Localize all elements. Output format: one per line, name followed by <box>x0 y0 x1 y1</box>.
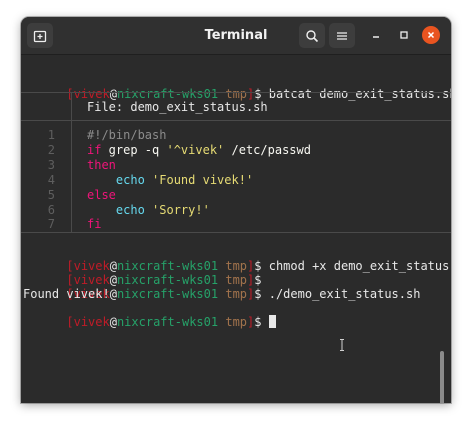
code-line: #!/bin/bash <box>87 128 167 142</box>
bat-top-rule <box>21 92 451 93</box>
prompt-line: [vivek@nixcraft-wks01 tmp]$ <box>23 259 261 287</box>
prompt-host: nixcraft-wks01 <box>116 315 219 329</box>
minimize-icon <box>373 36 379 38</box>
code-line: if grep -q '^vivek' /etc/passwd <box>87 143 311 157</box>
command-text <box>262 315 269 329</box>
line-number: 6 <box>47 203 55 217</box>
code-line: else <box>87 188 116 202</box>
prompt-at: @ <box>109 87 117 101</box>
search-icon <box>306 29 319 42</box>
close-button[interactable] <box>422 26 440 44</box>
text-cursor <box>268 315 276 328</box>
mouse-ibeam-icon <box>340 339 344 351</box>
prompt-dir: tmp <box>225 315 248 329</box>
code-builtin: echo <box>87 173 153 187</box>
code-argument: /etc/passwd <box>224 143 311 157</box>
code-keyword: if <box>87 143 102 157</box>
terminal-output[interactable]: [vivek@nixcraft-wks01 tmp]$ batcat demo_… <box>21 55 451 403</box>
bat-file-header: File: demo_exit_status.sh <box>87 100 268 114</box>
line-number: 3 <box>47 158 55 172</box>
new-tab-icon <box>33 30 47 42</box>
code-builtin: echo <box>87 203 153 217</box>
prompt-dir: tmp <box>225 87 248 101</box>
code-line: echo 'Sorry!' <box>87 203 210 217</box>
code-line: echo 'Found vivek!' <box>87 173 253 187</box>
code-line: fi <box>87 217 102 231</box>
prompt-line: [vivek@nixcraft-wks01 tmp]$ chmod +x dem… <box>23 245 451 273</box>
prompt-at: @ <box>109 315 117 329</box>
search-button[interactable] <box>299 23 325 48</box>
command-text: chmod +x demo_exit_status.sh <box>261 259 451 273</box>
code-string: 'Sorry!' <box>152 203 210 217</box>
minimize-button[interactable] <box>367 26 385 44</box>
prompt-user: vivek <box>73 87 110 101</box>
bat-header-divider <box>71 92 72 120</box>
prompt-at: @ <box>109 287 117 301</box>
scrollbar-thumb[interactable] <box>440 351 444 403</box>
prompt-user: vivek <box>73 315 110 329</box>
prompt-dir: tmp <box>225 287 248 301</box>
prompt-bracket: [ <box>66 315 74 329</box>
prompt-symbol: $ <box>254 315 262 329</box>
hamburger-menu-icon <box>337 31 347 40</box>
code-command: grep -q <box>101 143 167 157</box>
prompt-symbol: $ <box>254 87 262 101</box>
bat-gutter-divider <box>71 120 72 232</box>
maximize-button[interactable] <box>395 26 413 44</box>
prompt-line: [vivek@nixcraft-wks01 tmp]$ <box>23 301 276 329</box>
terminal-window: Terminal [vivek@nixcraft-wks01 tmp]$ bat… <box>21 17 451 403</box>
command-text: batcat demo_exit_status.sh <box>261 87 451 101</box>
menu-button[interactable] <box>329 23 355 48</box>
prompt-line: [vivek@nixcraft-wks01 tmp]$ ./demo_exit_… <box>23 273 420 301</box>
new-tab-button[interactable] <box>27 23 53 48</box>
prompt-bracket: [ <box>66 87 74 101</box>
window-title: Terminal <box>204 28 268 43</box>
line-number: 7 <box>47 217 55 231</box>
line-number: 1 <box>47 128 55 142</box>
line-number: 2 <box>47 143 55 157</box>
command-text: ./demo_exit_status.sh <box>261 287 421 301</box>
close-icon <box>427 31 435 39</box>
prompt-symbol: $ <box>254 287 262 301</box>
code-line: then <box>87 158 116 172</box>
prompt-host: nixcraft-wks01 <box>116 87 219 101</box>
prompt-host: nixcraft-wks01 <box>116 287 219 301</box>
prompt-line: [vivek@nixcraft-wks01 tmp]$ batcat demo_… <box>23 73 451 101</box>
maximize-icon <box>400 31 408 39</box>
code-string: '^vivek' <box>166 143 225 157</box>
title-bar: Terminal <box>21 17 451 55</box>
bat-mid-rule <box>21 120 451 121</box>
line-number: 4 <box>47 173 55 187</box>
line-number: 5 <box>47 188 55 202</box>
bat-bottom-rule <box>21 232 451 233</box>
code-string: 'Found vivek!' <box>152 173 254 187</box>
script-output: Found vivek! <box>23 287 110 301</box>
